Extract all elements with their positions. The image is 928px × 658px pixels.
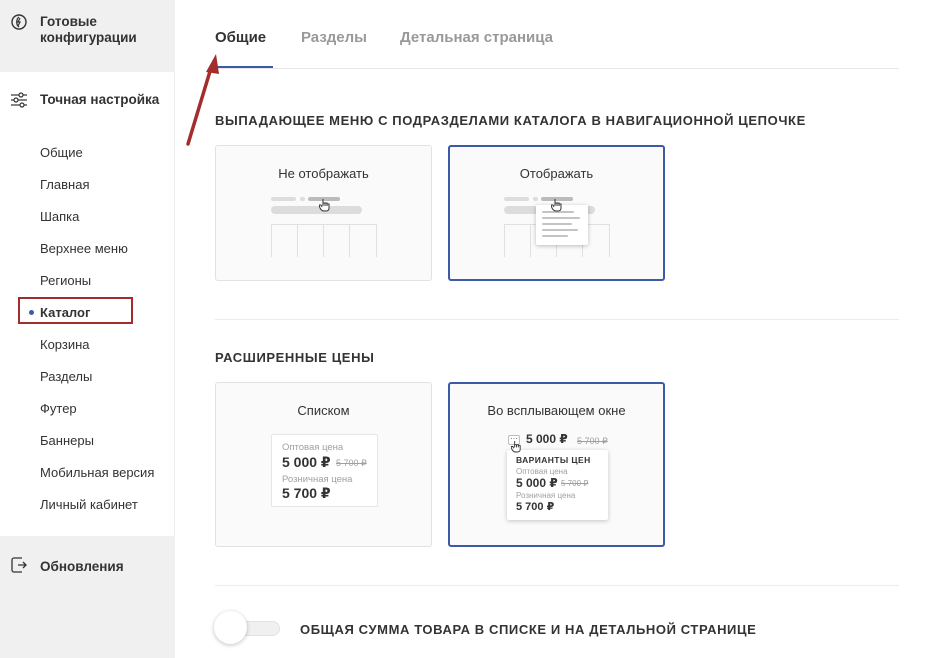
wholesale-price-label: Оптовая цена: [516, 467, 568, 476]
active-item-dot: [29, 310, 34, 315]
tab-detail-page[interactable]: Детальная страница: [400, 29, 553, 46]
sidebar-item-banners[interactable]: Баннеры: [40, 433, 94, 448]
sidebar-item-catalog[interactable]: Каталог: [40, 305, 90, 320]
ready-configs-label: Готовые конфигурации: [40, 14, 137, 45]
breadcrumb-separator: [300, 197, 305, 201]
breadcrumb-bar: [271, 197, 296, 201]
sidebar-item-header[interactable]: Шапка: [40, 209, 79, 224]
wholesale-price: 5 000 ₽: [282, 454, 331, 470]
sliders-icon: [11, 92, 27, 108]
section-divider: [215, 585, 899, 586]
wholesale-old-price: 5 700 ₽: [561, 479, 589, 488]
tab-general[interactable]: Общие: [215, 29, 266, 46]
option-label: Во всплывающем окне: [487, 403, 626, 418]
retail-price-label: Розничная цена: [282, 474, 353, 485]
content-grid: [271, 224, 377, 257]
wholesale-price: 5 000 ₽: [516, 476, 558, 490]
updates-nav[interactable]: Обновления: [0, 536, 175, 658]
ready-configs-nav[interactable]: Готовые конфигурации: [0, 0, 175, 72]
section-divider: [215, 319, 899, 320]
extended-prices-title: РАСШИРЕННЫЕ ЦЕНЫ: [215, 350, 375, 365]
price-popup-preview: ВАРИАНТЫ ЦЕН Оптовая цена 5 000 ₽ 5 700 …: [507, 450, 608, 520]
main-price: 5 000 ₽: [526, 432, 568, 446]
price-list-preview: Оптовая цена 5 000 ₽ 5 700 ₽ Розничная ц…: [271, 434, 378, 507]
sidebar-item-footer[interactable]: Футер: [40, 401, 77, 416]
sidebar-item-main[interactable]: Главная: [40, 177, 89, 192]
toggle-knob: [214, 611, 247, 644]
tab-sections[interactable]: Разделы: [301, 29, 367, 46]
option-hide-dropdown[interactable]: Не отображать: [215, 145, 432, 281]
sidebar-item-cart[interactable]: Корзина: [40, 337, 90, 352]
retail-price: 5 700 ₽: [516, 501, 555, 513]
option-prices-popup[interactable]: Во всплывающем окне ··· 5 000 ₽ 5 700 ₽ …: [448, 382, 665, 547]
option-label: Отображать: [519, 166, 594, 181]
fine-tuning-label[interactable]: Точная настройка: [40, 92, 165, 108]
updates-icon: [11, 557, 27, 573]
retail-price: 5 700 ₽: [282, 485, 331, 501]
total-sum-label: ОБЩАЯ СУММА ТОВАРА В СПИСКЕ И НА ДЕТАЛЬН…: [300, 622, 757, 637]
wholesale-price-label: Оптовая цена: [282, 442, 344, 453]
sidebar-item-general[interactable]: Общие: [40, 145, 83, 160]
total-sum-toggle[interactable]: [214, 611, 280, 645]
page-title-bar: [271, 206, 362, 214]
ready-configs-icon: [11, 14, 27, 30]
hand-cursor-icon: [511, 441, 521, 453]
option-show-dropdown[interactable]: Отображать: [448, 145, 665, 281]
updates-label: Обновления: [40, 559, 124, 574]
sidebar: Готовые конфигурации Точная настройка Об…: [0, 0, 175, 658]
sidebar-item-mobile[interactable]: Мобильная версия: [40, 465, 154, 480]
option-prices-list[interactable]: Списком Оптовая цена 5 000 ₽ 5 700 ₽ Роз…: [215, 382, 432, 547]
sidebar-item-regions[interactable]: Регионы: [40, 273, 91, 288]
price-variants-title: ВАРИАНТЫ ЦЕН: [516, 455, 591, 465]
main-old-price: 5 700 ₽: [577, 436, 608, 446]
option-label: Не отображать: [278, 166, 369, 181]
annotation-arrow-icon: [186, 54, 219, 146]
sidebar-item-top-menu[interactable]: Верхнее меню: [40, 241, 128, 256]
sidebar-item-sections[interactable]: Разделы: [40, 369, 92, 384]
option-label: Списком: [297, 403, 350, 418]
wholesale-old-price: 5 700 ₽: [336, 458, 367, 468]
retail-price-label: Розничная цена: [516, 491, 576, 500]
tab-bar: Общие Разделы Детальная страница: [215, 0, 899, 69]
hand-cursor-icon: [551, 199, 562, 212]
sidebar-item-account[interactable]: Личный кабинет: [40, 497, 138, 512]
hand-cursor-icon: [319, 199, 330, 212]
breadcrumb-dropdown-title: ВЫПАДАЮЩЕЕ МЕНЮ С ПОДРАЗДЕЛАМИ КАТАЛОГА …: [215, 113, 806, 128]
breadcrumb-separator: [533, 197, 538, 201]
breadcrumb-bar: [504, 197, 529, 201]
